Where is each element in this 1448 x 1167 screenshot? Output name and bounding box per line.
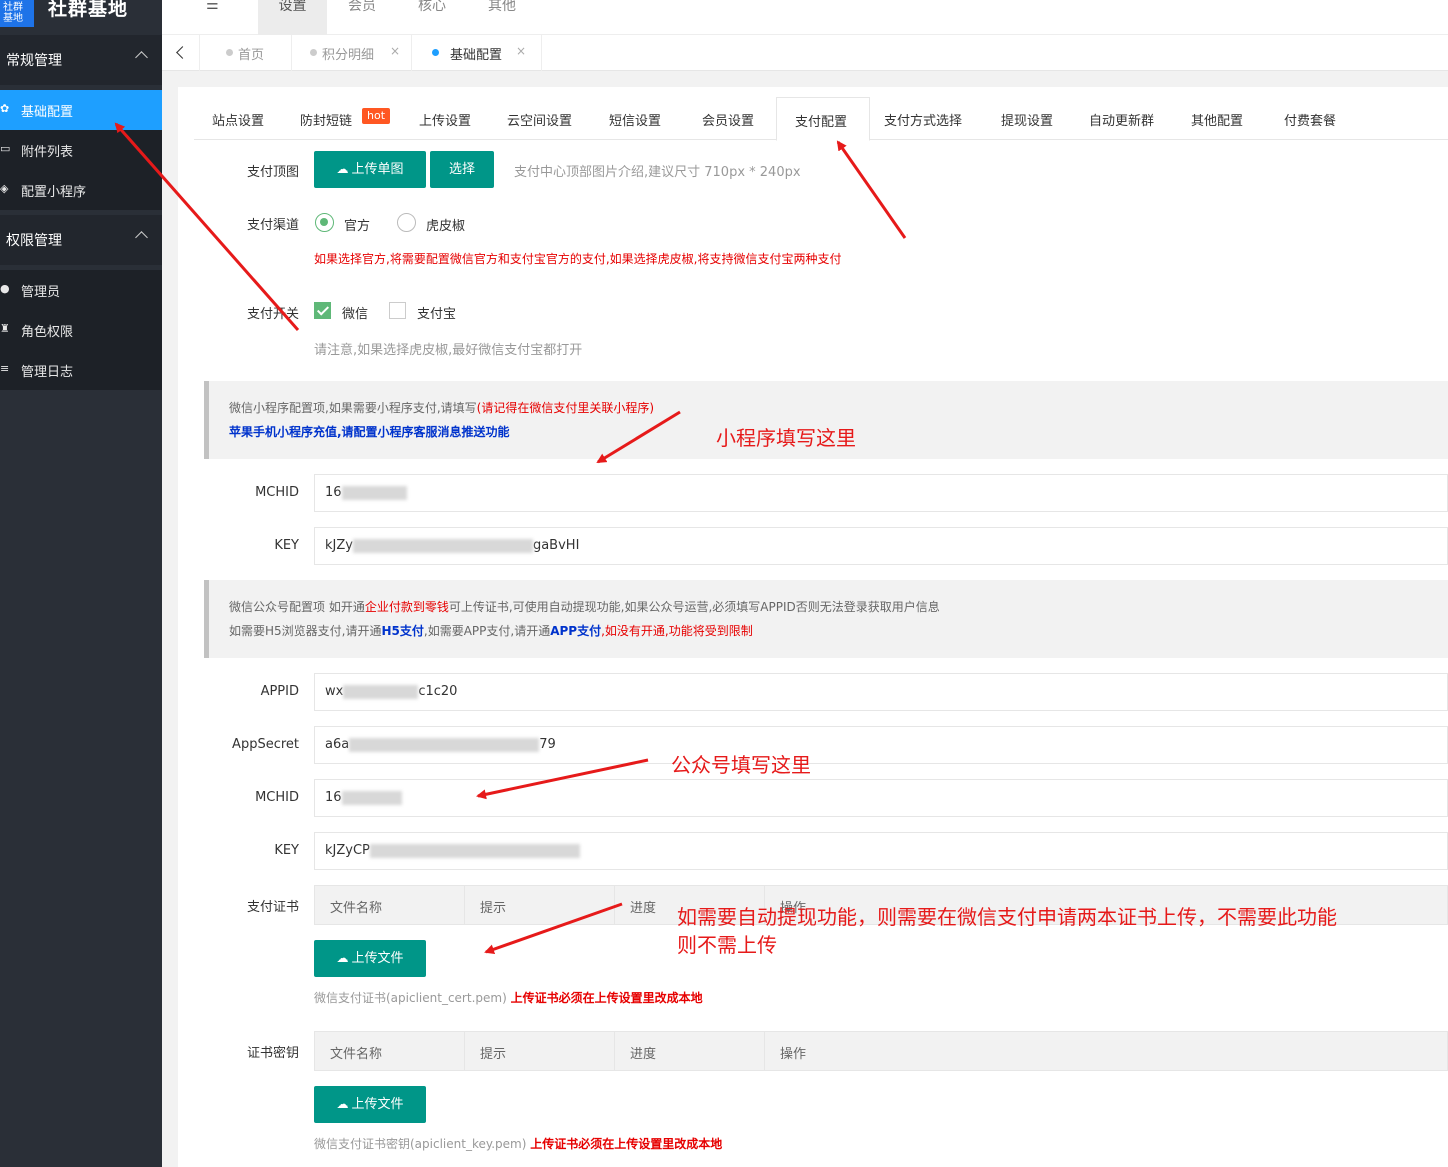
arrow-to-cert [484, 902, 623, 955]
arrow-to-official-account [476, 758, 649, 800]
annotation-arrows [114, 122, 907, 955]
arrow-to-pay-tab [836, 140, 907, 239]
arrow-to-miniprogram [596, 410, 681, 464]
arrow-to-sidebar [114, 122, 300, 331]
